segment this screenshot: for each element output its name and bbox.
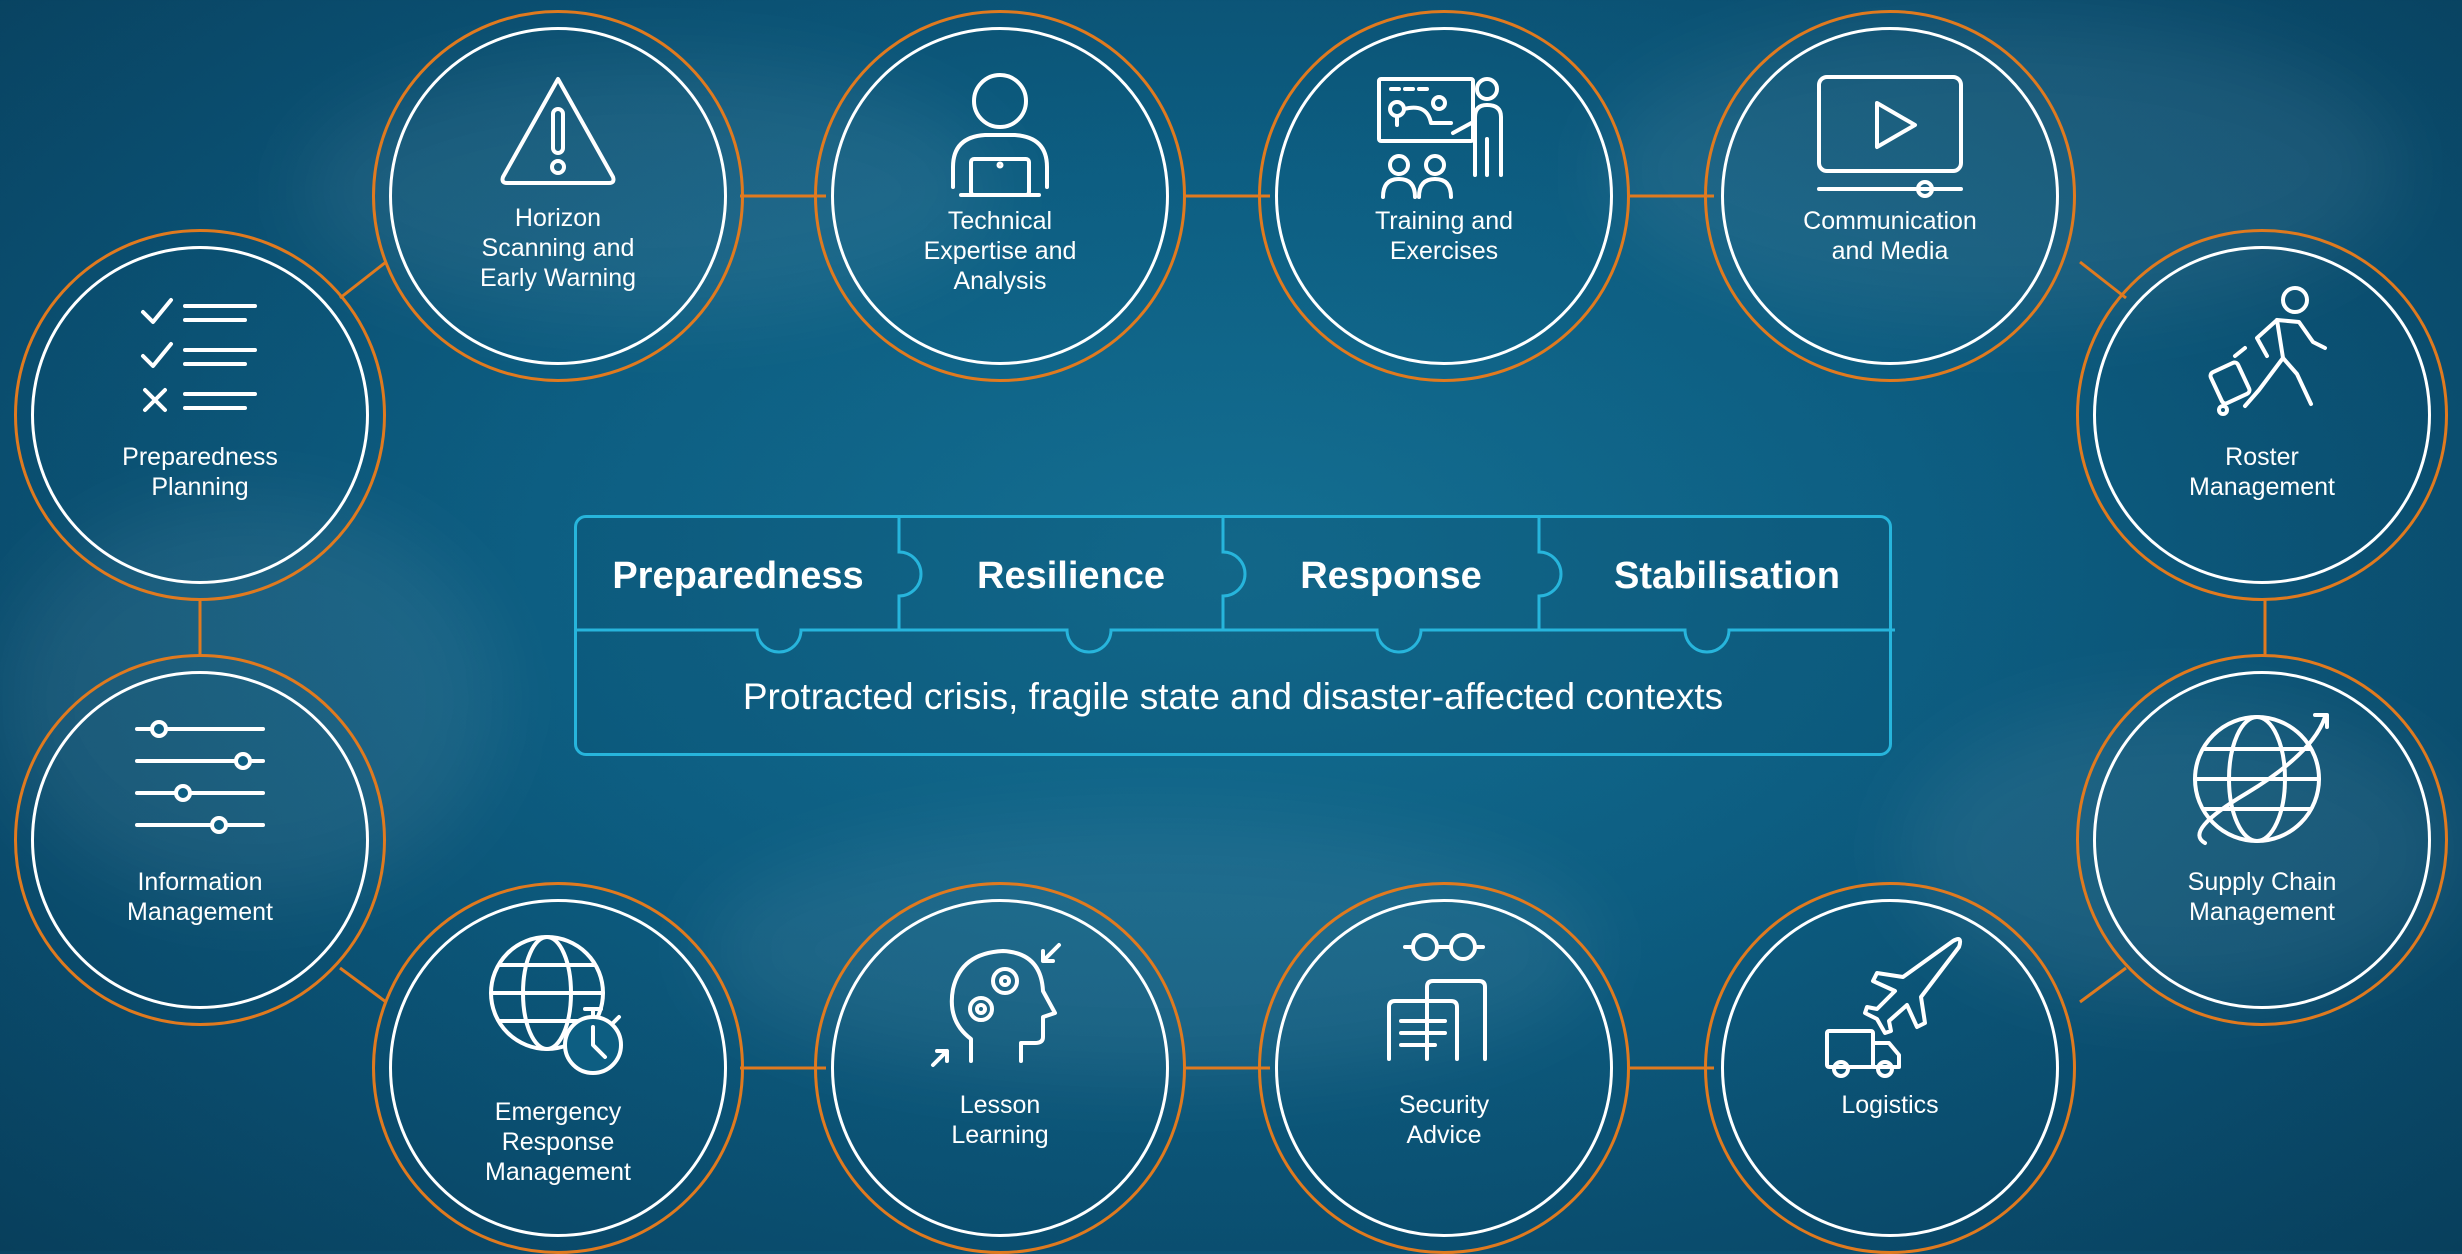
roster-management-node: Roster Management (2076, 229, 2448, 601)
lesson-learning-node: Lesson Learning (814, 882, 1186, 1254)
phase-label-response: Response (1300, 555, 1482, 597)
communication-media-node: Communication and Media (1704, 10, 2076, 382)
phase-label-preparedness: Preparedness (612, 555, 864, 597)
sliders-icon (125, 703, 275, 853)
node-label: Information Management (127, 868, 273, 926)
logistics-node: Logistics (1704, 882, 2076, 1254)
phase-label-resilience: Resilience (977, 555, 1165, 597)
information-management-node: Information Management (14, 654, 386, 1026)
node-label: Supply Chain Management (2187, 868, 2337, 926)
node-label: Roster Management (2189, 443, 2335, 501)
node-label: Security Advice (1398, 1091, 1490, 1149)
node-label: Logistics (1841, 1091, 1939, 1119)
preparedness-planning-node: Preparedness Planning (14, 229, 386, 601)
laptop-user-icon (925, 59, 1075, 209)
horizon-scanning-node: Horizon Scanning and Early Warning (372, 10, 744, 382)
node-label: Horizon Scanning and Early Warning (479, 204, 637, 292)
documents-glasses-icon (1369, 931, 1519, 1081)
node-label: Lesson Learning (951, 1091, 1049, 1149)
phases-panel: Preparedness Resilience Response Stabili… (574, 515, 1895, 756)
context-text: Protracted crisis, fragile state and dis… (742, 676, 1724, 717)
traveler-icon (2187, 278, 2337, 428)
node-label: Preparedness Planning (122, 443, 278, 501)
plane-truck-icon (1815, 931, 1965, 1081)
warning-icon (483, 59, 633, 209)
node-label: Emergency Response Management (485, 1098, 631, 1186)
technical-expertise-node: Technical Expertise and Analysis (814, 10, 1186, 382)
node-label: Technical Expertise and Analysis (923, 207, 1077, 295)
node-label: Communication and Media (1803, 207, 1977, 265)
video-player-icon (1815, 59, 1965, 209)
security-advice-node: Security Advice (1258, 882, 1630, 1254)
checklist-icon (125, 278, 275, 428)
globe-stopwatch-icon (483, 931, 633, 1081)
supply-chain-management-node: Supply Chain Management (2076, 654, 2448, 1026)
globe-arrow-icon (2187, 703, 2337, 853)
node-label: Training and Exercises (1374, 207, 1514, 265)
training-exercises-node: Training and Exercises (1258, 10, 1630, 382)
presentation-icon (1369, 59, 1519, 209)
head-gears-icon (925, 931, 1075, 1081)
emergency-response-management-node: Emergency Response Management (372, 882, 744, 1254)
phase-label-stabilisation: Stabilisation (1614, 555, 1840, 597)
